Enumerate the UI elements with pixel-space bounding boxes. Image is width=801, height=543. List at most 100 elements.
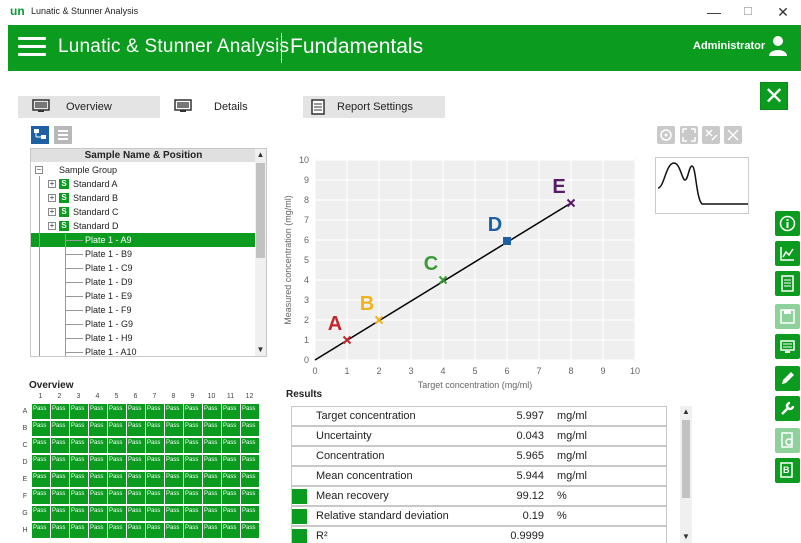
collapse-icon[interactable]: −	[35, 166, 43, 174]
plate-well[interactable]: Pass	[70, 472, 88, 487]
peak-thumbnail[interactable]	[655, 157, 749, 214]
minimize-button[interactable]: —	[698, 2, 730, 22]
plate-well[interactable]: Pass	[184, 506, 202, 521]
plate-well[interactable]: Pass	[203, 489, 221, 504]
tree-scroll-thumb[interactable]	[256, 163, 265, 258]
plate-well[interactable]: Pass	[51, 506, 69, 521]
export-button[interactable]: B	[775, 458, 800, 483]
plate-well[interactable]: Pass	[108, 523, 126, 538]
plate-well[interactable]: Pass	[222, 523, 240, 538]
plate-well[interactable]: Pass	[89, 523, 107, 538]
plate-well[interactable]: Pass	[127, 438, 145, 453]
plate-well[interactable]: Pass	[70, 421, 88, 436]
plate-well[interactable]: Pass	[241, 489, 259, 504]
tree-item-standard[interactable]: + S Standard B	[31, 191, 256, 205]
plate-well[interactable]: Pass	[146, 455, 164, 470]
plate-well[interactable]: Pass	[184, 489, 202, 504]
plate-well[interactable]: Pass	[146, 404, 164, 419]
plate-well[interactable]: Pass	[127, 421, 145, 436]
plate-well[interactable]: Pass	[89, 489, 107, 504]
plate-well[interactable]: Pass	[203, 472, 221, 487]
plate-well[interactable]: Pass	[32, 506, 50, 521]
plate-well[interactable]: Pass	[127, 455, 145, 470]
plate-well[interactable]: Pass	[127, 404, 145, 419]
tree-view-icon[interactable]	[31, 126, 49, 144]
plate-well[interactable]: Pass	[165, 455, 183, 470]
plate-well[interactable]: Pass	[241, 404, 259, 419]
target-icon[interactable]	[657, 126, 675, 144]
plate-well[interactable]: Pass	[203, 506, 221, 521]
plate-well[interactable]: Pass	[32, 455, 50, 470]
plate-well[interactable]: Pass	[108, 438, 126, 453]
maximize-button[interactable]: ☐	[732, 2, 764, 22]
plate-well[interactable]: Pass	[203, 404, 221, 419]
plate-well[interactable]: Pass	[32, 472, 50, 487]
plate-well[interactable]: Pass	[222, 489, 240, 504]
plate-well[interactable]: Pass	[32, 404, 50, 419]
plate-well[interactable]: Pass	[241, 506, 259, 521]
plate-well[interactable]: Pass	[165, 438, 183, 453]
plate-well[interactable]: Pass	[108, 472, 126, 487]
plate-well[interactable]: Pass	[32, 489, 50, 504]
pen-button[interactable]	[775, 366, 800, 391]
plate-well[interactable]: Pass	[222, 472, 240, 487]
plate-well[interactable]: Pass	[70, 438, 88, 453]
keyboard-button[interactable]	[775, 334, 800, 359]
plate-well[interactable]: Pass	[108, 506, 126, 521]
plate-well[interactable]: Pass	[184, 523, 202, 538]
wrench-button[interactable]	[775, 396, 800, 421]
info-button[interactable]	[775, 211, 800, 236]
plate-well[interactable]: Pass	[203, 523, 221, 538]
plate-well[interactable]: Pass	[222, 506, 240, 521]
plate-well[interactable]: Pass	[184, 472, 202, 487]
chart-button[interactable]	[775, 241, 800, 266]
plate-well[interactable]: Pass	[51, 421, 69, 436]
plate-well[interactable]: Pass	[165, 404, 183, 419]
plate-well[interactable]: Pass	[89, 472, 107, 487]
plate-well[interactable]: Pass	[51, 438, 69, 453]
plate-well[interactable]: Pass	[146, 523, 164, 538]
plate-well[interactable]: Pass	[70, 506, 88, 521]
plate-well[interactable]: Pass	[165, 506, 183, 521]
plate-well[interactable]: Pass	[146, 438, 164, 453]
plate-well[interactable]: Pass	[203, 455, 221, 470]
expand-icon[interactable]: +	[48, 180, 56, 188]
reset-points-icon[interactable]	[724, 126, 742, 144]
plate-well[interactable]: Pass	[127, 523, 145, 538]
chevron-down-icon[interactable]: ▼	[680, 531, 692, 543]
plate-well[interactable]: Pass	[108, 455, 126, 470]
plate-well[interactable]: Pass	[108, 404, 126, 419]
plate-well[interactable]: Pass	[184, 404, 202, 419]
menu-icon[interactable]	[18, 37, 46, 59]
plate-well[interactable]: Pass	[165, 472, 183, 487]
tree-scrollbar[interactable]: ▲ ▼	[255, 149, 266, 356]
plate-well[interactable]: Pass	[241, 438, 259, 453]
plate-well[interactable]: Pass	[146, 489, 164, 504]
tree-item-standard[interactable]: + S Standard A	[31, 177, 256, 191]
expand-icon[interactable]	[680, 126, 698, 144]
plate-well[interactable]: Pass	[89, 421, 107, 436]
tree-item-standard[interactable]: + S Standard C	[31, 205, 256, 219]
plate-well[interactable]: Pass	[51, 523, 69, 538]
plate-well[interactable]: Pass	[51, 455, 69, 470]
close-panel-button[interactable]: ✕	[760, 82, 788, 110]
plate-well[interactable]: Pass	[51, 472, 69, 487]
plate-well[interactable]: Pass	[146, 421, 164, 436]
plate-well[interactable]: Pass	[89, 506, 107, 521]
save-button[interactable]	[775, 304, 800, 329]
chevron-down-icon[interactable]: ▼	[255, 344, 266, 356]
expand-icon[interactable]: +	[48, 194, 56, 202]
list-view-icon[interactable]	[54, 126, 72, 144]
plate-well[interactable]: Pass	[222, 421, 240, 436]
user-icon[interactable]	[768, 35, 788, 57]
close-window-button[interactable]: ✕	[767, 2, 799, 22]
plate-well[interactable]: Pass	[32, 438, 50, 453]
plate-well[interactable]: Pass	[32, 421, 50, 436]
plate-well[interactable]: Pass	[108, 489, 126, 504]
expand-icon[interactable]: +	[48, 208, 56, 216]
results-scrollbar[interactable]: ▲ ▼	[680, 406, 692, 543]
plate-well[interactable]: Pass	[51, 489, 69, 504]
chevron-up-icon[interactable]: ▲	[680, 406, 692, 418]
plate-well[interactable]: Pass	[70, 489, 88, 504]
plate-well[interactable]: Pass	[222, 455, 240, 470]
